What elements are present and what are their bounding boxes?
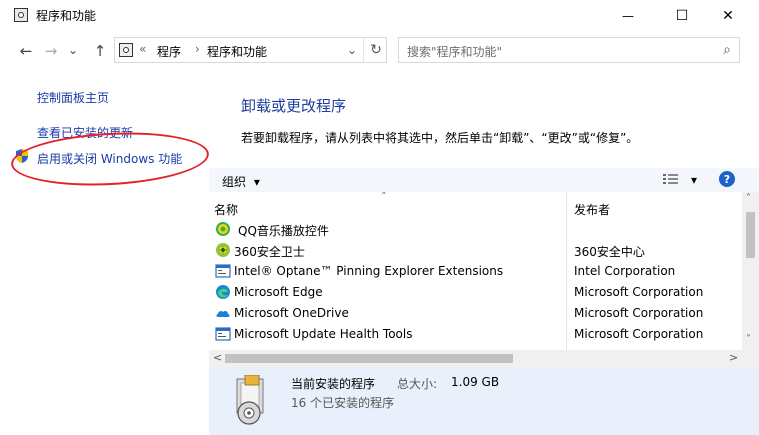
- command-bar: 组织 ▾ ▾ ?: [209, 168, 759, 192]
- scroll-left-icon[interactable]: <: [213, 351, 222, 364]
- view-options-icon[interactable]: [662, 171, 680, 187]
- breadcrumb-separator[interactable]: ›: [195, 42, 200, 56]
- table-row[interactable]: 360安全卫士 360安全中心: [209, 240, 742, 261]
- table-row[interactable]: Microsoft Update Health Tools Microsoft …: [209, 324, 742, 345]
- program-publisher: Microsoft Corporation: [574, 327, 704, 341]
- horizontal-scrollbar[interactable]: < >: [209, 350, 742, 367]
- view-dropdown-button[interactable]: ▾: [691, 173, 697, 187]
- page-description: 若要卸载程序，请从列表中将其选中，然后单击“卸载”、“更改”或“修复”。: [241, 131, 639, 145]
- up-button[interactable]: ↑: [91, 41, 109, 61]
- organize-label: 组织: [222, 175, 247, 189]
- sort-ascending-icon: ˄: [381, 192, 387, 203]
- chevron-down-icon: ⌄: [67, 43, 79, 57]
- total-size-value: 1.09 GB: [451, 375, 500, 389]
- program-name: 360安全卫士: [234, 245, 305, 259]
- chevron-down-icon: ⌄: [346, 43, 358, 57]
- up-arrow-icon: ↑: [93, 42, 107, 60]
- help-icon[interactable]: ?: [719, 171, 735, 187]
- forward-arrow-icon: →: [44, 42, 58, 60]
- organize-button[interactable]: 组织 ▾: [222, 173, 260, 190]
- program-name: Intel® Optane™ Pinning Explorer Extensio…: [234, 264, 504, 278]
- table-row[interactable]: QQ音乐播放控件: [209, 219, 742, 240]
- details-title: 当前安装的程序: [291, 377, 376, 391]
- back-button[interactable]: ←: [17, 41, 35, 61]
- window-app-icon: [215, 327, 231, 341]
- scroll-right-icon[interactable]: >: [729, 351, 738, 364]
- installed-programs-icon: [236, 375, 264, 425]
- address-bar[interactable]: « 程序 › 程序和功能 ⌄ ↻: [114, 37, 387, 63]
- program-name: Microsoft OneDrive: [234, 306, 349, 320]
- address-dropdown-button[interactable]: ⌄: [342, 38, 362, 62]
- scroll-up-icon[interactable]: ˄: [746, 193, 751, 204]
- table-row[interactable]: Intel® Optane™ Pinning Explorer Extensio…: [209, 261, 742, 282]
- close-button[interactable]: ✕: [705, 0, 751, 31]
- program-publisher: 360安全中心: [574, 245, 645, 259]
- program-name: Microsoft Update Health Tools: [234, 327, 413, 341]
- recent-locations-button[interactable]: ⌄: [66, 40, 80, 60]
- breadcrumb-overflow[interactable]: «: [139, 42, 146, 56]
- horizontal-scroll-thumb[interactable]: [225, 354, 513, 363]
- vertical-scroll-thumb[interactable]: [746, 212, 755, 258]
- programs-app-icon: [14, 8, 28, 22]
- minimize-button[interactable]: —: [605, 0, 651, 31]
- table-row[interactable]: Microsoft OneDrive Microsoft Corporation: [209, 303, 742, 324]
- maximize-icon: ☐: [675, 7, 689, 24]
- details-pane: 当前安装的程序 总大小: 1.09 GB 16 个已安装的程序: [209, 367, 759, 435]
- close-icon: ✕: [722, 7, 734, 24]
- breadcrumb-programs-features[interactable]: 程序和功能: [207, 43, 267, 60]
- breadcrumb-programs[interactable]: 程序: [157, 43, 181, 60]
- window-title: 程序和功能: [36, 9, 97, 23]
- control-panel-home-link[interactable]: 控制面板主页: [37, 89, 109, 106]
- program-publisher: Intel Corporation: [574, 264, 676, 278]
- program-publisher: Microsoft Corporation: [574, 306, 704, 320]
- program-name: QQ音乐播放控件: [238, 224, 329, 238]
- installed-count: 16 个已安装的程序: [291, 396, 395, 410]
- search-icon: ⌕: [723, 42, 731, 58]
- window-app-icon: [215, 264, 231, 278]
- table-row[interactable]: Microsoft Edge Microsoft Corporation: [209, 282, 742, 303]
- scrollbar-corner: [742, 350, 759, 367]
- programs-list[interactable]: ˄ 名称 发布者 QQ音乐播放控件 360安全卫士 360安全中心 Intel®…: [209, 192, 742, 350]
- onedrive-icon: [216, 310, 230, 317]
- page-title: 卸载或更改程序: [241, 97, 347, 115]
- 360-icon: [216, 243, 230, 257]
- edge-icon: [216, 285, 230, 299]
- refresh-button[interactable]: ↻: [363, 38, 388, 62]
- total-size-label: 总大小:: [397, 377, 438, 391]
- program-publisher: Microsoft Corporation: [574, 285, 704, 299]
- search-placeholder: 搜索"程序和功能": [407, 45, 503, 59]
- forward-button[interactable]: →: [42, 41, 60, 61]
- location-icon: [119, 43, 133, 57]
- scroll-down-icon[interactable]: ˅: [746, 334, 751, 345]
- maximize-button[interactable]: ☐: [659, 0, 705, 31]
- refresh-icon: ↻: [370, 42, 382, 58]
- minimize-icon: —: [622, 8, 634, 23]
- title-bar: 程序和功能 — ☐ ✕: [0, 0, 759, 31]
- vertical-scrollbar[interactable]: ˄ ˅: [742, 192, 759, 350]
- chevron-down-icon: ▾: [253, 175, 260, 189]
- qq-music-icon: [216, 222, 230, 236]
- back-arrow-icon: ←: [19, 42, 33, 60]
- search-input[interactable]: 搜索"程序和功能" ⌕: [398, 37, 740, 63]
- program-name: Microsoft Edge: [234, 285, 323, 299]
